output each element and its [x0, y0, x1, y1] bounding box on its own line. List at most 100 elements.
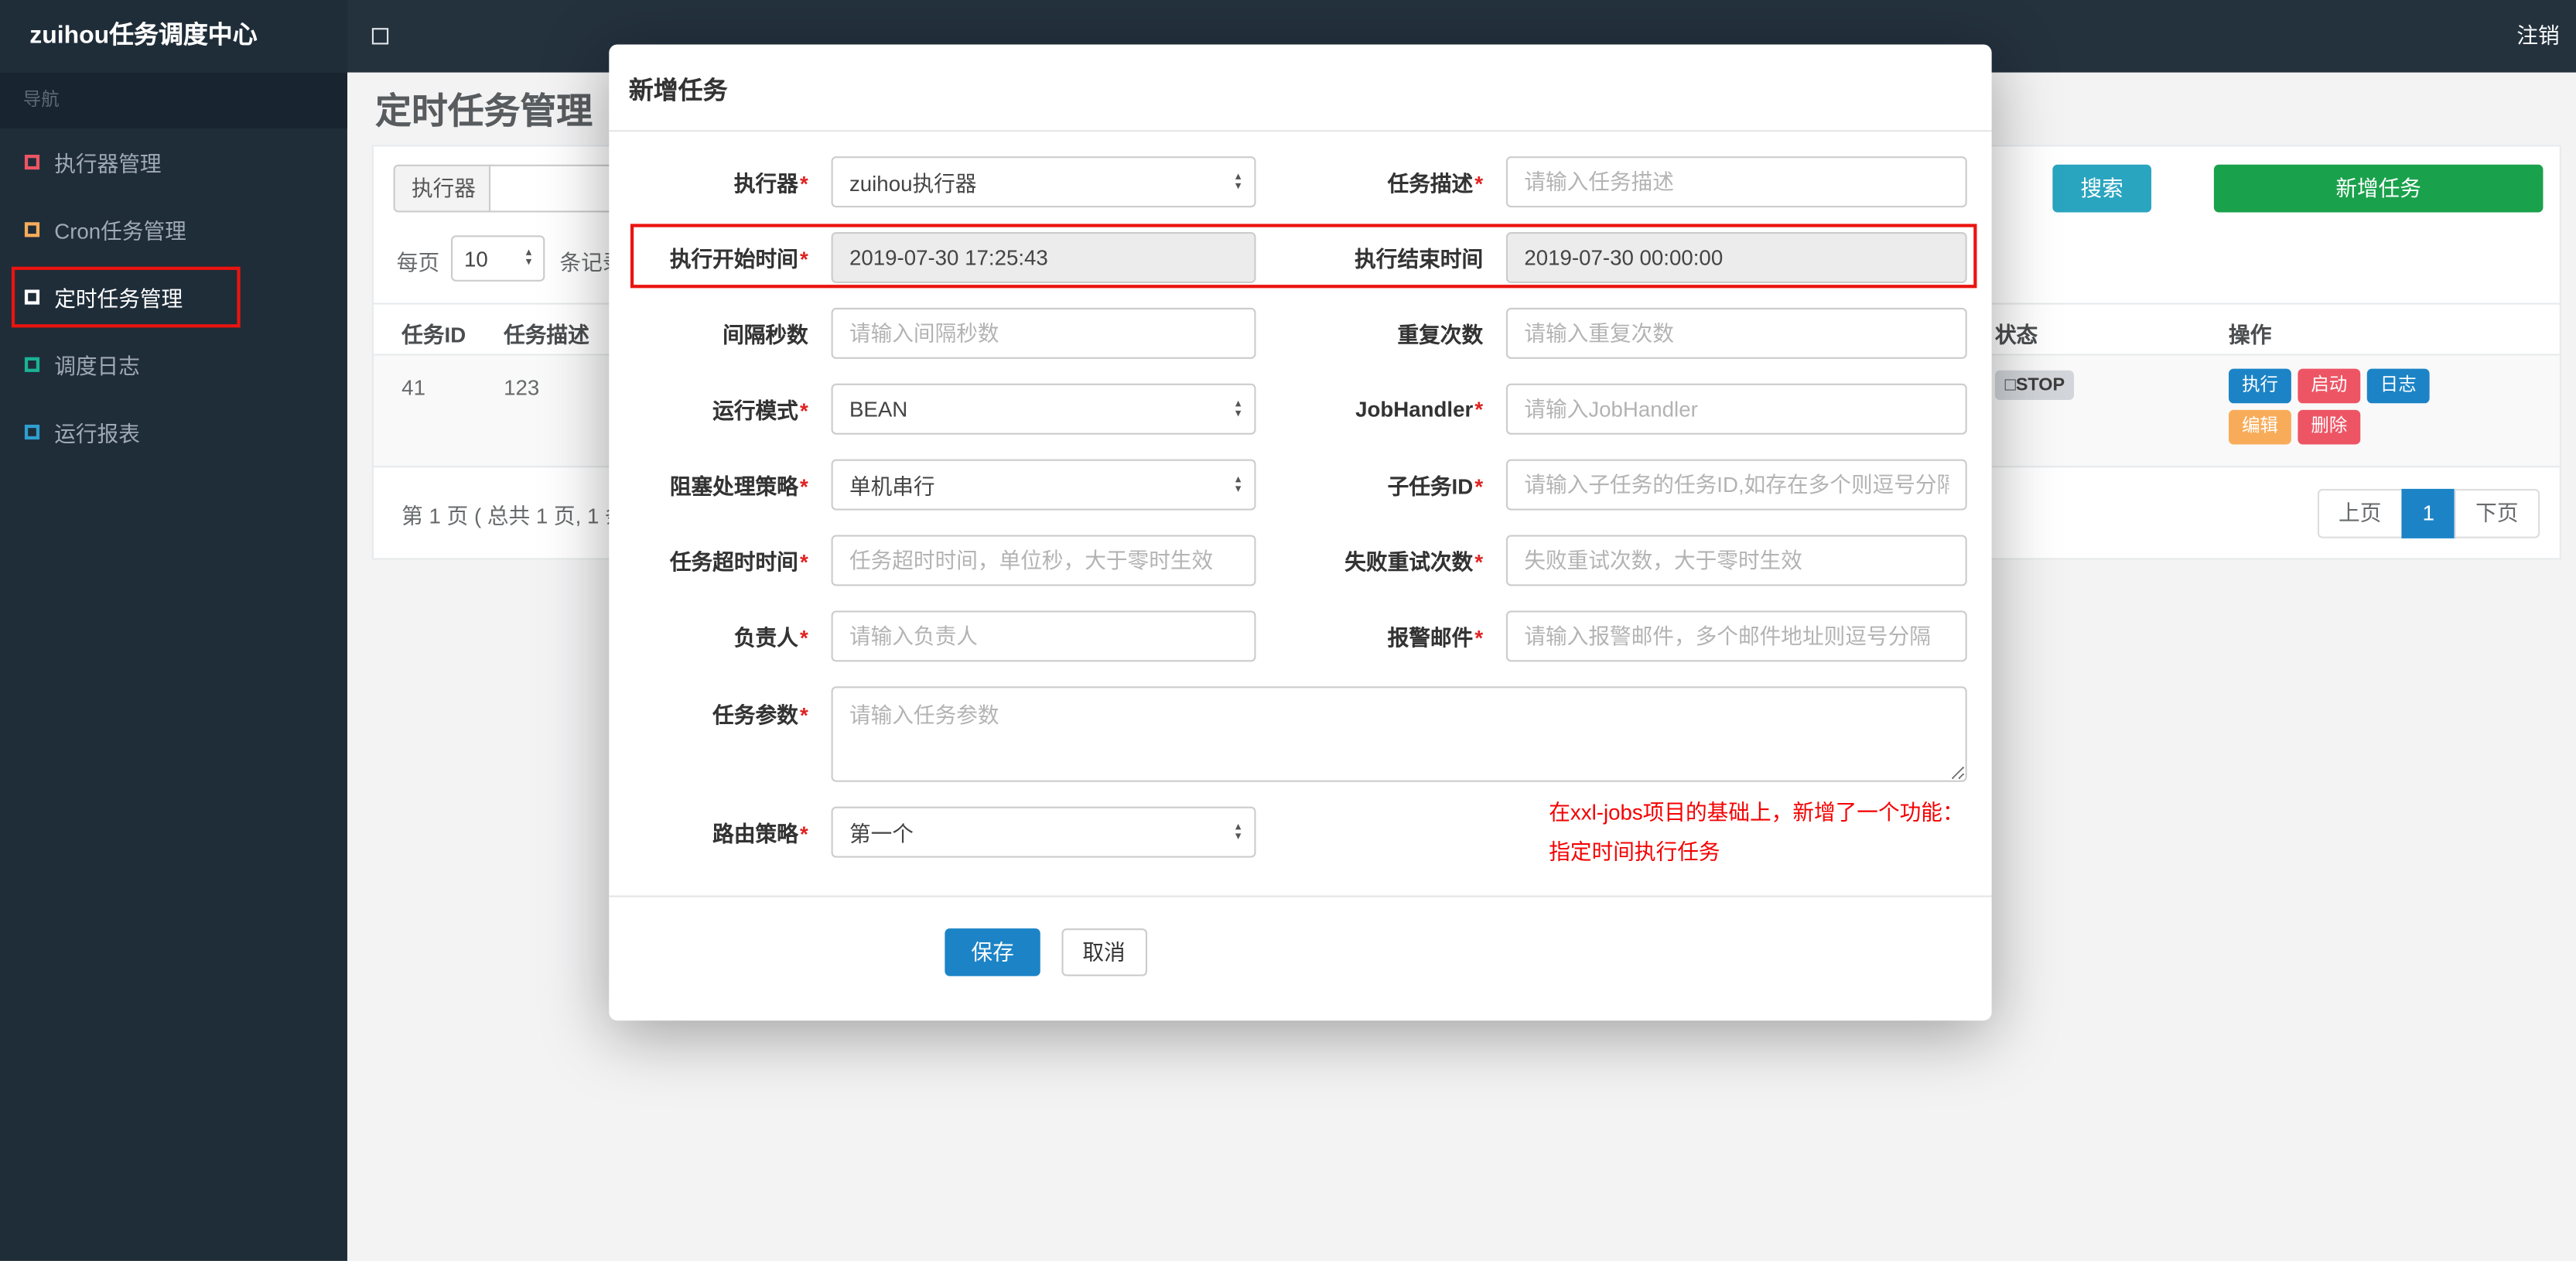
child-jobid-label: 子任务ID * — [1387, 473, 1484, 499]
route-strategy-select[interactable]: 第一个 ▴ ▾ — [831, 806, 1256, 858]
col-header-task-desc: 任务描述 — [504, 323, 589, 347]
status-badge: □STOP — [1994, 370, 2075, 401]
sidebar-item-executor-mgmt[interactable]: 执行器管理 — [0, 128, 347, 196]
repeat-count-label: 重复次数 — [1397, 323, 1484, 347]
modal-title: 新增任务 — [628, 77, 728, 106]
logout-link[interactable]: 注销 — [2516, 0, 2559, 73]
cancel-button[interactable]: 取消 — [1061, 928, 1147, 976]
select-arrows-icon: ▴ ▾ — [525, 247, 532, 268]
sidebar-item-label: 调度日志 — [54, 354, 140, 379]
page-title: 定时任务管理 — [375, 91, 593, 132]
col-header-task-id: 任务ID — [401, 323, 466, 347]
sidebar-item-scheduled-task-mgmt[interactable]: 定时任务管理 — [0, 263, 347, 330]
modal-footer: 保存 取消 — [609, 895, 1992, 976]
log-button[interactable]: 日志 — [2366, 368, 2430, 404]
block-strategy-select[interactable]: 单机串行 ▴ ▾ — [831, 459, 1256, 511]
sidebar-item-cron-task-mgmt[interactable]: Cron任务管理 — [0, 196, 347, 263]
pagination-prev-button[interactable]: 上页 — [2317, 488, 2403, 538]
sidebar: 导航 执行器管理 Cron任务管理 定时任务管理 调度日志 运行报表 — [0, 72, 347, 1261]
stop-square-icon: □ — [2004, 375, 2016, 395]
start-time-input[interactable]: 2019-07-30 17:25:43 — [831, 232, 1256, 283]
start-button[interactable]: 启动 — [2298, 368, 2361, 404]
run-mode-select[interactable]: BEAN ▴ ▾ — [831, 383, 1256, 435]
save-button[interactable]: 保存 — [945, 928, 1040, 976]
job-param-label: 任务参数 * — [712, 702, 808, 728]
author-label: 负责人 * — [733, 625, 808, 651]
route-strategy-label: 路由策略 * — [712, 821, 808, 846]
select-arrows-icon: ▴ ▾ — [1235, 397, 1242, 419]
run-button[interactable]: 执行 — [2229, 368, 2291, 404]
per-page-select[interactable]: 10 ▴ ▾ — [451, 235, 545, 282]
interval-label: 间隔秒数 — [723, 323, 808, 347]
required-mark: * — [799, 171, 808, 196]
col-header-operations: 操作 — [2229, 323, 2272, 347]
sidebar-nav-label: 导航 — [0, 72, 347, 128]
modal-header: 新增任务 — [609, 44, 1992, 132]
sidebar-item-label: 定时任务管理 — [54, 286, 183, 312]
interval-input[interactable] — [831, 307, 1256, 359]
app-brand: zuihou任务调度中心 — [0, 0, 347, 73]
square-icon — [24, 357, 40, 372]
fail-retry-input[interactable] — [1505, 535, 1967, 586]
add-task-modal: 新增任务 执行器* zuihou执行器 ▴▾ 任务描述* 执行开始时间 — [609, 44, 1992, 1021]
row-actions: 执行 启动 日志 编辑 删除 — [2229, 368, 2446, 445]
per-page-label: 每页 — [396, 250, 440, 275]
job-desc-label: 任务描述 * — [1387, 171, 1484, 196]
timeout-input[interactable] — [831, 535, 1256, 586]
required-mark: * — [799, 625, 808, 651]
col-header-status: 状态 — [1994, 323, 2038, 347]
cell-task-desc: 123 — [504, 375, 540, 401]
required-mark: * — [1474, 171, 1484, 196]
required-mark: * — [799, 702, 808, 728]
select-arrows-icon: ▴ ▾ — [1235, 473, 1242, 495]
repeat-count-input[interactable] — [1505, 307, 1967, 359]
app-root: zuihou任务调度中心 注销 导航 执行器管理 Cron任务管理 定时任务管理… — [0, 0, 2576, 1261]
square-icon — [24, 424, 40, 440]
job-desc-input[interactable] — [1505, 156, 1967, 208]
pagination: 上页 1 下页 — [2317, 488, 2540, 538]
feature-note: 在xxl-jobs项目的基础上，新增了一个功能： 指定时间执行任务 — [1549, 793, 1963, 872]
pagination-page-1[interactable]: 1 — [2400, 488, 2456, 538]
required-mark: * — [799, 821, 808, 846]
executor-filter-label: 执行器 — [393, 164, 494, 213]
alarm-email-input[interactable] — [1505, 610, 1967, 662]
jobhandler-input[interactable] — [1505, 383, 1967, 435]
sidebar-item-dispatch-log[interactable]: 调度日志 — [0, 331, 347, 398]
child-jobid-input[interactable] — [1505, 459, 1967, 511]
delete-button[interactable]: 删除 — [2298, 409, 2361, 445]
modal-body: 执行器* zuihou执行器 ▴▾ 任务描述* 执行开始时间* 2019-07-… — [609, 132, 1991, 863]
required-mark: * — [799, 247, 808, 272]
fail-retry-label: 失败重试次数 * — [1344, 549, 1484, 575]
alarm-email-label: 报警邮件 * — [1387, 625, 1484, 651]
timeout-label: 任务超时时间 * — [669, 549, 808, 575]
executor-select[interactable]: zuihou执行器 ▴ ▾ — [831, 156, 1256, 208]
search-button[interactable]: 搜索 — [2052, 164, 2152, 213]
author-input[interactable] — [831, 610, 1256, 662]
executor-label: 执行器 * — [733, 171, 808, 196]
jobhandler-label: JobHandler * — [1355, 396, 1484, 422]
select-arrows-icon: ▴ ▾ — [1235, 820, 1242, 842]
block-strategy-label: 阻塞处理策略 * — [669, 473, 808, 499]
pagination-next-button[interactable]: 下页 — [2454, 488, 2540, 538]
edit-button[interactable]: 编辑 — [2229, 409, 2291, 445]
required-mark: * — [1474, 396, 1484, 422]
end-time-label: 执行结束时间 — [1355, 247, 1484, 272]
square-icon — [24, 289, 40, 305]
start-time-label: 执行开始时间 * — [669, 247, 808, 272]
required-mark: * — [1474, 473, 1484, 499]
sidebar-item-run-report[interactable]: 运行报表 — [0, 398, 347, 466]
job-param-textarea[interactable] — [831, 686, 1967, 782]
square-icon — [24, 155, 40, 170]
required-mark: * — [1474, 625, 1484, 651]
feature-note-line2: 指定时间执行任务 — [1549, 839, 1720, 864]
sidebar-collapse-icon[interactable] — [371, 28, 389, 45]
select-arrows-icon: ▴ ▾ — [1235, 170, 1242, 192]
end-time-input[interactable]: 2019-07-30 00:00:00 — [1505, 232, 1967, 283]
add-task-button[interactable]: 新增任务 — [2213, 164, 2544, 213]
sidebar-item-label: 运行报表 — [54, 421, 140, 446]
required-mark: * — [799, 549, 808, 575]
cell-task-id: 41 — [401, 375, 425, 401]
run-mode-label: 运行模式 * — [712, 398, 808, 423]
sidebar-item-label: Cron任务管理 — [54, 218, 186, 244]
required-mark: * — [799, 398, 808, 423]
